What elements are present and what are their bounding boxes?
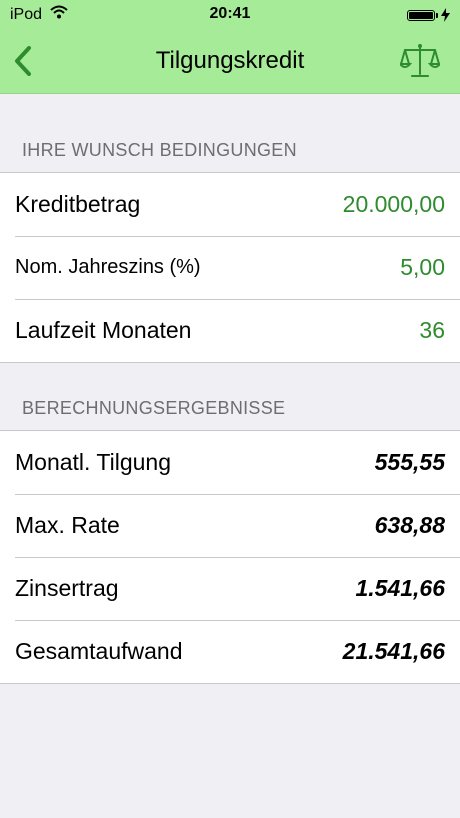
jahreszins-value[interactable]: 5,00 [400, 254, 445, 281]
row-laufzeit[interactable]: Laufzeit Monaten 36 [0, 299, 460, 362]
row-label: Gesamtaufwand [15, 638, 183, 664]
section-header-results: BERECHNUNGSERGEBNISSE [22, 398, 286, 418]
status-time: 20:41 [209, 5, 251, 22]
navigation-bar: Tilgungskredit [0, 30, 460, 94]
gesamtaufwand-value: 21.541,66 [342, 638, 445, 664]
status-bar: iPod 20:41 [0, 0, 460, 30]
row-label: Laufzeit Monaten [15, 317, 192, 343]
row-zinsertrag: Zinsertrag 1.541,66 [0, 557, 460, 620]
row-kreditbetrag[interactable]: Kreditbetrag 20.000,00 [0, 173, 460, 236]
row-label: Monatl. Tilgung [15, 449, 171, 475]
row-monatl-tilgung: Monatl. Tilgung 555,55 [0, 431, 460, 494]
row-label: Max. Rate [15, 512, 120, 538]
row-label: Nom. Jahreszins (%) [15, 256, 201, 278]
zinsertrag-value: 1.541,66 [355, 575, 445, 601]
max-rate-value: 638,88 [374, 512, 445, 538]
row-label: Kreditbetrag [15, 191, 141, 217]
scale-icon [397, 44, 443, 77]
row-gesamtaufwand: Gesamtaufwand 21.541,66 [0, 620, 460, 683]
row-max-rate: Max. Rate 638,88 [0, 494, 460, 557]
conditions-group: Kreditbetrag 20.000,00 Nom. Jahreszins (… [0, 172, 460, 363]
charging-icon [441, 8, 450, 22]
section-header-conditions: IHRE WUNSCH BEDINGUNGEN [22, 140, 297, 160]
results-group: Monatl. Tilgung 555,55 Max. Rate 638,88 … [0, 430, 460, 684]
kreditbetrag-value[interactable]: 20.000,00 [343, 191, 445, 218]
battery-icon [407, 8, 450, 22]
monatl-tilgung-value: 555,55 [374, 449, 445, 475]
compare-button[interactable] [397, 42, 443, 80]
laufzeit-value[interactable]: 36 [419, 317, 445, 344]
row-label: Zinsertrag [15, 575, 119, 601]
page-title: Tilgungskredit [155, 47, 305, 74]
row-jahreszins[interactable]: Nom. Jahreszins (%) 5,00 [0, 236, 460, 299]
